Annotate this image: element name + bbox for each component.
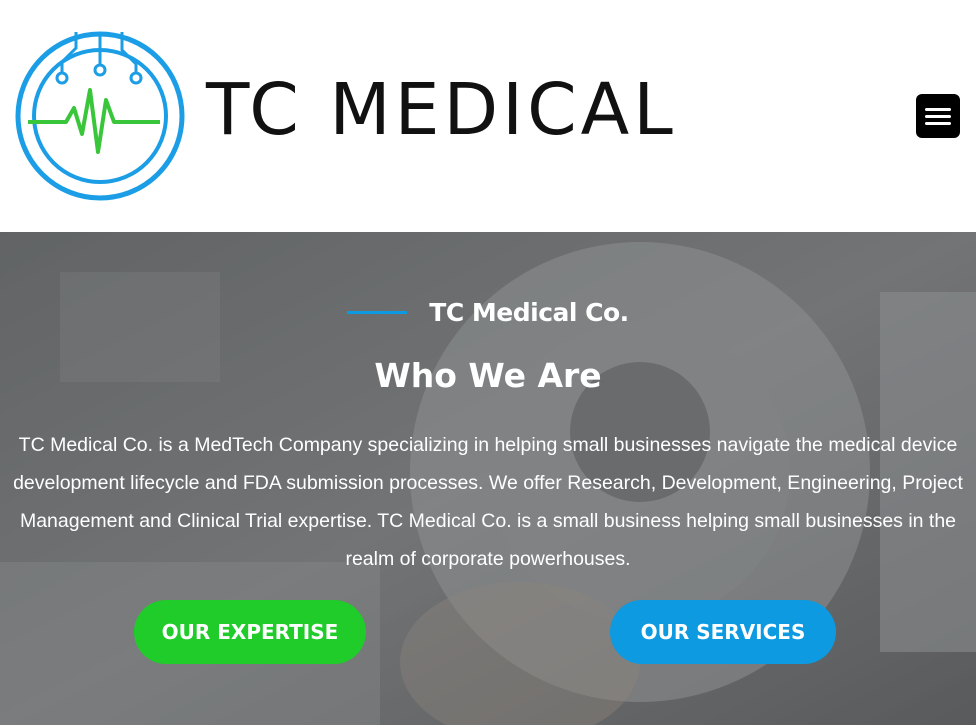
hero-section: TC Medical Co. Who We Are TC Medical Co.… [0, 232, 976, 725]
site-header: TC MEDICAL [0, 0, 976, 232]
our-expertise-button[interactable]: OUR EXPERTISE [134, 600, 366, 664]
menu-bar [925, 121, 951, 125]
eyebrow-text: TC Medical Co. [429, 298, 629, 327]
brand-name[interactable]: TC MEDICAL [206, 74, 677, 145]
hero-description: TC Medical Co. is a MedTech Company spec… [13, 434, 963, 570]
eyebrow-wrapper: TC Medical Co. [0, 298, 976, 327]
eyebrow: TC Medical Co. [347, 298, 629, 327]
eyebrow-accent-line [347, 311, 408, 314]
our-services-button[interactable]: OUR SERVICES [610, 600, 836, 664]
logo-circuit-heartbeat-icon[interactable] [14, 30, 186, 202]
hamburger-menu-button[interactable] [916, 94, 960, 138]
hero-title: Who We Are [374, 356, 602, 395]
menu-bar [925, 107, 951, 111]
menu-bar [925, 114, 951, 118]
